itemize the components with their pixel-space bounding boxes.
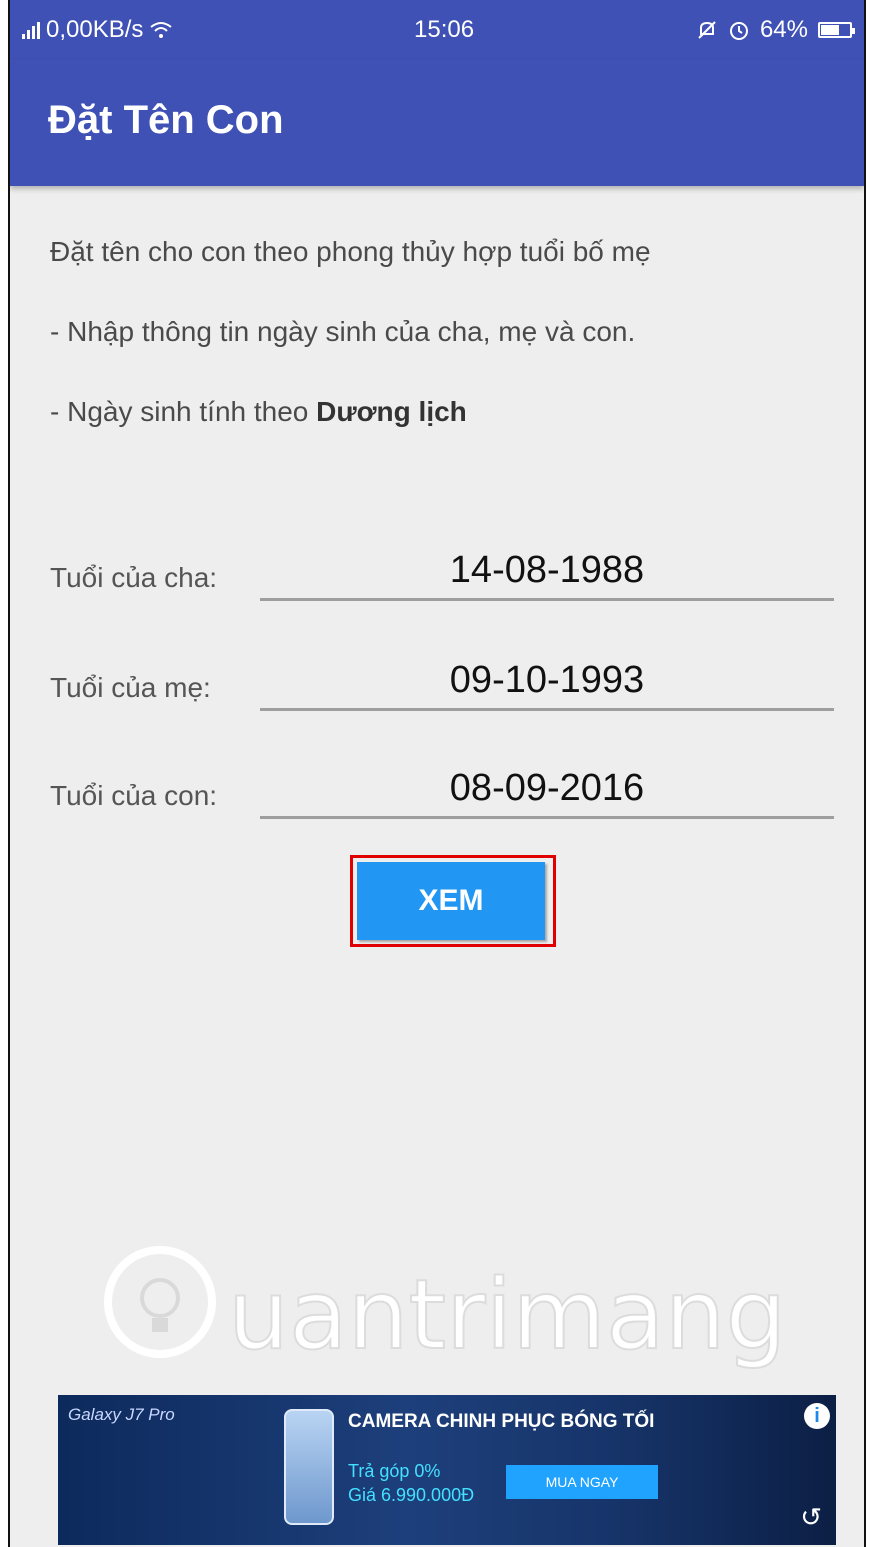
- ad-buy-button[interactable]: MUA NGAY: [506, 1465, 658, 1499]
- battery-percent: 64%: [759, 16, 808, 43]
- intro-line-1: Đặt tên cho con theo phong thủy hợp tuổi…: [50, 236, 651, 267]
- highlight-box: XEM: [350, 855, 556, 947]
- ad-phone-image: [284, 1409, 334, 1525]
- ad-brand: Galaxy J7 Pro: [68, 1405, 175, 1424]
- ad-banner[interactable]: Galaxy J7 Pro CAMERA CHINH PHỤC BÓNG TỐI…: [58, 1395, 836, 1545]
- app-screen: 0,00KB/s 15:06 64% Đặt Tên Con Đặt tên c…: [8, 0, 866, 1547]
- watermark-text: uantrimang: [228, 1259, 786, 1370]
- intro-line-3: - Ngày sinh tính theo Dương lịch: [50, 396, 467, 428]
- intro-line-3-prefix: - Ngày sinh tính theo: [50, 396, 317, 427]
- app-bar: Đặt Tên Con: [10, 60, 864, 186]
- calendar-type: Dương lịch: [316, 396, 467, 427]
- child-birthdate-field[interactable]: 08-09-2016: [260, 760, 834, 819]
- mother-age-label: Tuổi của mẹ:: [50, 672, 211, 703]
- network-speed: 0,00KB/s: [46, 16, 144, 43]
- ad-price: Giá 6.990.000Đ: [348, 1485, 475, 1505]
- status-bar: 0,00KB/s 15:06 64%: [10, 0, 864, 60]
- mute-icon: [698, 21, 716, 39]
- page-title: Đặt Tên Con: [48, 98, 284, 142]
- alarm-icon: [729, 22, 748, 40]
- xem-button[interactable]: XEM: [357, 862, 545, 940]
- watermark-logo: uantrimang: [104, 1246, 787, 1370]
- ad-info-icon[interactable]: i: [804, 1403, 830, 1429]
- status-left: 0,00KB/s: [22, 16, 173, 44]
- wifi-icon: [150, 22, 173, 38]
- ad-refresh-icon[interactable]: ↺: [800, 1502, 822, 1533]
- battery-icon: [818, 22, 855, 38]
- child-age-label: Tuổi của con:: [50, 780, 218, 811]
- father-age-label: Tuổi của cha:: [50, 562, 218, 593]
- ad-headline: CAMERA CHINH PHỤC BÓNG TỐI: [348, 1411, 655, 1432]
- father-birthdate-field[interactable]: 14-08-1988: [260, 542, 834, 601]
- mother-birthdate-field[interactable]: 09-10-1993: [260, 652, 834, 711]
- ad-installment: Trả góp 0%: [348, 1461, 441, 1481]
- status-time: 15:06: [414, 16, 475, 43]
- intro-line-2: - Nhập thông tin ngày sinh của cha, mẹ v…: [50, 316, 636, 347]
- status-right: 64%: [696, 16, 855, 44]
- signal-icon: [22, 21, 40, 39]
